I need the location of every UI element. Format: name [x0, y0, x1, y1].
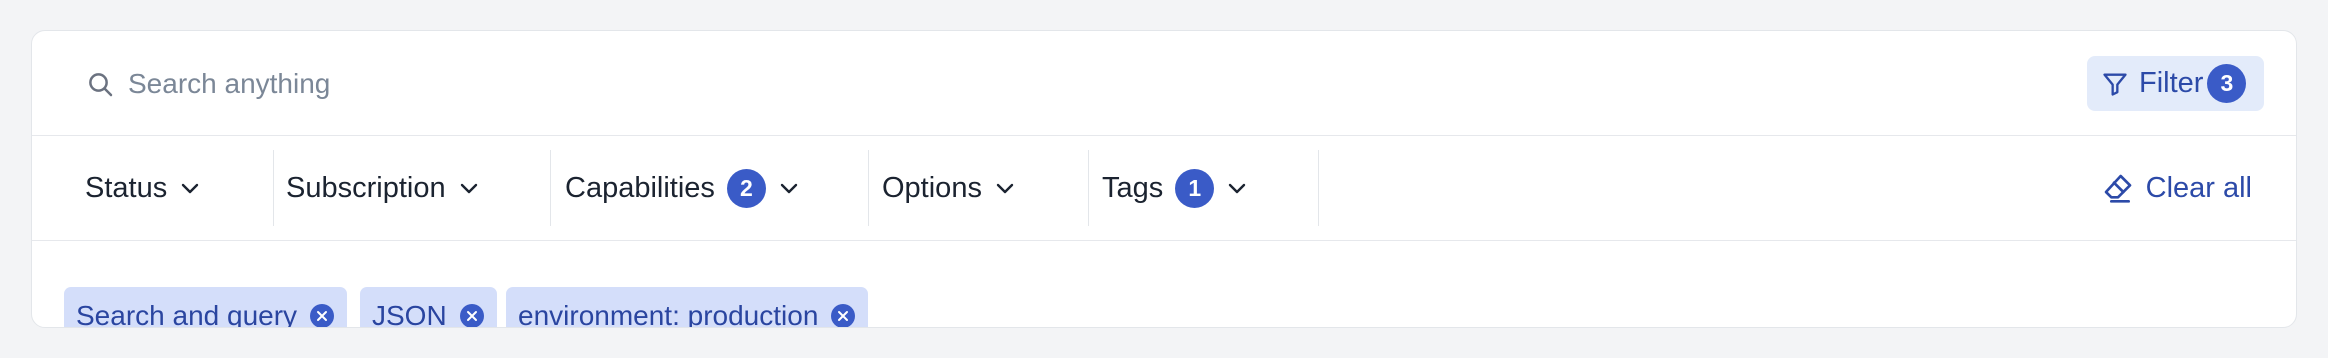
active-filter-chip: JSON	[360, 287, 497, 329]
options-dropdown[interactable]: Options	[882, 136, 1016, 240]
chevron-down-icon	[996, 183, 1014, 194]
chip-label: JSON	[372, 299, 447, 328]
filter-count-badge: 3	[2207, 64, 2247, 103]
clear-all-label: Clear all	[2145, 171, 2252, 204]
status-dropdown-label: Status	[85, 171, 168, 204]
filter-button-label: Filter	[2139, 67, 2204, 99]
chevron-down-icon	[460, 183, 477, 194]
divider	[273, 150, 274, 226]
search-input[interactable]	[128, 61, 1628, 107]
remove-chip-icon[interactable]	[309, 303, 335, 329]
divider	[868, 150, 869, 226]
chip-label: Search and query	[76, 299, 298, 328]
filter-button[interactable]: Filter 3	[2087, 56, 2264, 111]
active-filter-chip: Search and query	[64, 287, 348, 329]
tags-dropdown[interactable]: Tags 1	[1102, 136, 1248, 240]
chevron-down-icon	[780, 183, 798, 194]
tags-dropdown-label: Tags	[1102, 171, 1164, 204]
filter-dropdowns: Status Subscription Capabilities 2 Optio…	[32, 136, 2296, 241]
clear-all-button[interactable]: Clear all	[2102, 136, 2252, 240]
chip-label: environment: production	[518, 299, 819, 328]
capabilities-dropdown-label: Capabilities	[565, 171, 715, 204]
remove-chip-icon[interactable]	[459, 303, 485, 329]
eraser-icon	[2104, 174, 2131, 203]
chevron-down-icon	[1229, 183, 1246, 194]
divider	[1088, 150, 1089, 226]
remove-chip-icon[interactable]	[830, 303, 856, 329]
active-filters: Search and query JSON environment: produ…	[32, 241, 2296, 329]
funnel-icon	[2103, 73, 2127, 96]
active-filter-chip: environment: production	[506, 287, 869, 329]
divider	[1318, 150, 1319, 226]
search-bar: Filter 3	[32, 31, 2296, 136]
capabilities-count-badge: 2	[726, 168, 766, 208]
search-icon	[89, 73, 113, 97]
tags-count-badge: 1	[1175, 168, 1215, 208]
divider	[550, 150, 551, 226]
filter-panel: Filter 3 Status Subscription Capabilitie…	[31, 30, 2297, 328]
subscription-dropdown[interactable]: Subscription	[286, 136, 480, 240]
chevron-down-icon	[182, 183, 199, 194]
status-dropdown[interactable]: Status	[85, 136, 201, 240]
subscription-dropdown-label: Subscription	[286, 171, 446, 204]
capabilities-dropdown[interactable]: Capabilities 2	[565, 136, 800, 240]
options-dropdown-label: Options	[882, 171, 982, 204]
